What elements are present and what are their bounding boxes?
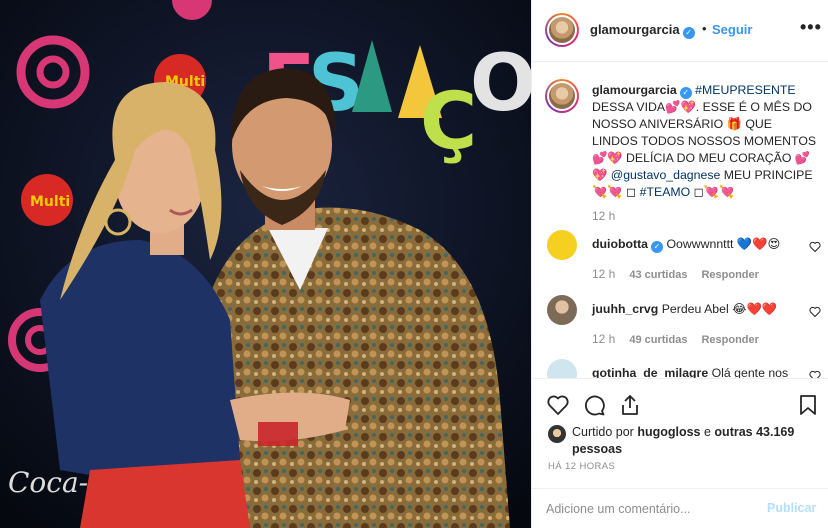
separator-dot: • — [702, 21, 707, 36]
comment-item: duiobotta ✓ Oowwwnnttt 💙❤️😍 12 h 43 curtid… — [545, 230, 825, 290]
comment-text: Perdeu Abel 😂❤️❤️ — [661, 302, 778, 316]
svg-text:Multi: Multi — [30, 194, 70, 210]
comment-input[interactable] — [546, 498, 746, 520]
commenter-username[interactable]: duiobotta — [592, 237, 648, 251]
svg-text:O: O — [470, 39, 531, 129]
post-actions: Curtido por hugogloss e outras 43.169 pe… — [532, 378, 828, 488]
commenter-avatar[interactable] — [547, 230, 577, 260]
hashtag-link[interactable]: #MEUPRESENTE — [695, 83, 795, 97]
add-comment-bar: Publicar — [532, 488, 828, 528]
comments-section[interactable]: glamourgarcia ✓ #MEUPRESENTE DESSA VIDA💕💖… — [532, 62, 828, 378]
likes-conj: e — [700, 425, 715, 439]
comment-time[interactable]: 12 h — [592, 267, 615, 281]
comment-text: Oowwwnnttt 💙❤️😍 — [666, 237, 781, 251]
svg-text:Ç: Ç — [420, 77, 477, 167]
bookmark-icon[interactable] — [796, 393, 820, 417]
verified-icon: ✓ — [651, 241, 664, 253]
likes-prefix: Curtido por — [572, 425, 638, 439]
comment-text: Olá gente nos — [711, 366, 789, 378]
comment-bubble-icon[interactable] — [582, 393, 606, 417]
commenter-username[interactable]: juuhh_crvg — [592, 302, 658, 316]
post-photo[interactable]: Multi Multi Coca-Cola E S Ç O — [0, 0, 531, 528]
heart-icon[interactable] — [809, 241, 821, 253]
comment-item: gotinha_de_milagre Olá gente nos — [545, 359, 825, 378]
commenter-username[interactable]: gotinha_de_milagre — [592, 366, 708, 378]
caption-avatar[interactable] — [545, 79, 579, 113]
follow-button[interactable]: Seguir — [712, 22, 752, 37]
caption-time[interactable]: 12 h — [592, 209, 652, 223]
post-header: glamourgarcia ✓ • Seguir ••• — [532, 0, 828, 62]
commenter-avatar[interactable] — [547, 295, 577, 325]
reply-button[interactable]: Responder — [701, 334, 758, 346]
author-avatar[interactable] — [545, 13, 579, 47]
comment-time[interactable]: 12 h — [592, 332, 615, 346]
verified-icon: ✓ — [682, 27, 695, 39]
comment-item: juuhh_crvg Perdeu Abel 😂❤️❤️ 12 h 49 curt… — [545, 295, 825, 355]
liker-username[interactable]: hugogloss — [637, 425, 700, 439]
comment-likes[interactable]: 43 curtidas — [629, 269, 687, 281]
caption-body-3: ◻💘💘 — [690, 185, 735, 199]
post-panel: glamourgarcia ✓ • Seguir ••• glamourgarci… — [531, 0, 828, 528]
posted-time[interactable]: HÁ 12 HORAS — [548, 461, 615, 472]
hashtag-link-2[interactable]: #TEAMO — [640, 185, 691, 199]
reply-button[interactable]: Responder — [701, 269, 758, 281]
commenter-avatar[interactable] — [547, 359, 577, 378]
photo-illustration: Multi Multi Coca-Cola E S Ç O — [0, 0, 531, 528]
caption-text: glamourgarcia ✓ #MEUPRESENTE DESSA VIDA💕💖… — [592, 82, 820, 201]
verified-icon: ✓ — [679, 87, 692, 99]
like-heart-icon[interactable] — [546, 393, 570, 417]
author-username[interactable]: glamourgarcia ✓ — [590, 22, 695, 39]
heart-icon[interactable] — [809, 370, 821, 378]
liker-avatar[interactable] — [548, 425, 566, 443]
heart-icon[interactable] — [809, 306, 821, 318]
more-options-icon[interactable]: ••• — [800, 17, 822, 38]
mention-link[interactable]: @gustavo_dagnese — [611, 168, 721, 182]
share-icon[interactable] — [618, 393, 642, 417]
publish-button[interactable]: Publicar — [767, 501, 816, 515]
comment-likes[interactable]: 49 curtidas — [629, 334, 687, 346]
caption-username[interactable]: glamourgarcia — [592, 83, 677, 97]
